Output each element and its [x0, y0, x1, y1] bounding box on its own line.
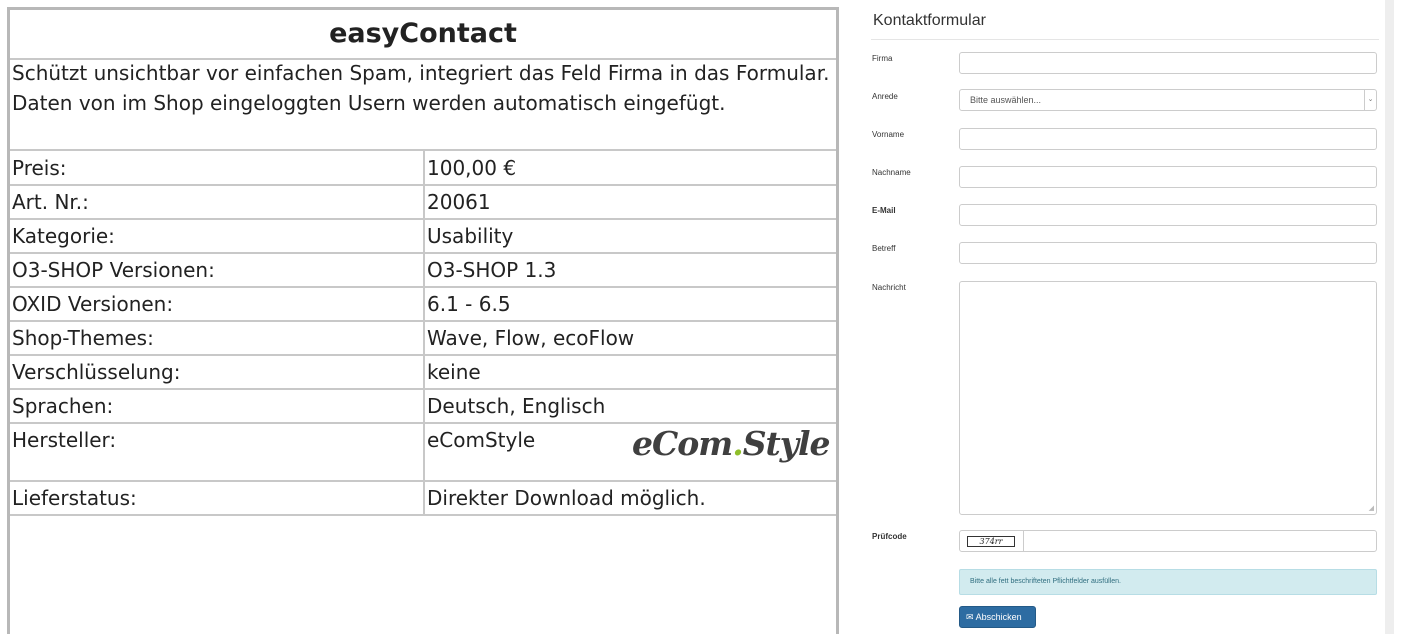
- row-label: Verschlüsselung:: [12, 360, 181, 384]
- subject-field[interactable]: [959, 242, 1377, 264]
- resize-handle-icon[interactable]: ◢: [1369, 504, 1374, 512]
- subject-label: Betreff: [872, 244, 896, 253]
- row-value: Direkter Download möglich.: [427, 486, 706, 510]
- company-label: Firma: [872, 54, 893, 63]
- row-value: 100,00 €: [427, 156, 517, 180]
- lastname-field[interactable]: [959, 166, 1377, 188]
- scrollbar[interactable]: [1385, 0, 1394, 634]
- salutation-select[interactable]: Bitte auswählen... ⌄: [959, 89, 1377, 111]
- row-label: Kategorie:: [12, 224, 115, 248]
- submit-label: Abschicken: [975, 612, 1022, 622]
- captcha-label: Prüfcode: [872, 532, 907, 541]
- product-title: easyContact: [329, 18, 517, 49]
- row-value: O3-SHOP 1.3: [427, 258, 557, 282]
- email-field[interactable]: [959, 204, 1377, 226]
- company-field[interactable]: [959, 52, 1377, 74]
- row-label: Preis:: [12, 156, 67, 180]
- firstname-field[interactable]: [959, 128, 1377, 150]
- row-value: Usability: [427, 224, 514, 248]
- firstname-label: Vorname: [872, 130, 905, 139]
- row-value: eComStyle: [427, 428, 536, 452]
- captcha-separator: [1023, 531, 1024, 551]
- row-value: keine: [427, 360, 481, 384]
- chevron-down-icon: ⌄: [1364, 90, 1376, 110]
- row-label: Lieferstatus:: [12, 486, 137, 510]
- row-label: Hersteller:: [12, 428, 117, 452]
- row-label: Sprachen:: [12, 394, 114, 418]
- row-label: Art. Nr.:: [12, 190, 89, 214]
- required-fields-info: Bitte alle fett beschrifteten Pflichtfel…: [959, 569, 1377, 595]
- salutation-label: Anrede: [872, 92, 898, 101]
- envelope-icon: ✉: [966, 612, 974, 622]
- table-column-divider: [423, 149, 425, 516]
- captcha-field[interactable]: 374rr: [959, 530, 1377, 552]
- product-description: Schützt unsichtbar vor einfachen Spam, i…: [12, 61, 830, 115]
- submit-button[interactable]: ✉ Abschicken: [959, 606, 1036, 628]
- salutation-selected-value: Bitte auswählen...: [970, 95, 1042, 105]
- row-label: Shop-Themes:: [12, 326, 154, 350]
- lastname-label: Nachname: [872, 168, 911, 177]
- row-value: Wave, Flow, ecoFlow: [427, 326, 635, 350]
- message-label: Nachricht: [872, 283, 906, 292]
- row-value: Deutsch, Englisch: [427, 394, 606, 418]
- row-value: 6.1 - 6.5: [427, 292, 511, 316]
- form-title: Kontaktformular: [873, 12, 986, 29]
- row-label: OXID Versionen:: [12, 292, 174, 316]
- row-label: O3-SHOP Versionen:: [12, 258, 215, 282]
- captcha-image: 374rr: [967, 536, 1015, 547]
- email-label: E-Mail: [872, 206, 896, 215]
- form-divider: [871, 39, 1379, 40]
- product-info-panel: easyContact Schützt unsichtbar vor einfa…: [0, 0, 840, 634]
- message-textarea[interactable]: ◢: [959, 281, 1377, 515]
- panel-border: [836, 7, 839, 634]
- row-value: 20061: [427, 190, 491, 214]
- ecomstyle-logo: eCom.Style: [632, 424, 830, 463]
